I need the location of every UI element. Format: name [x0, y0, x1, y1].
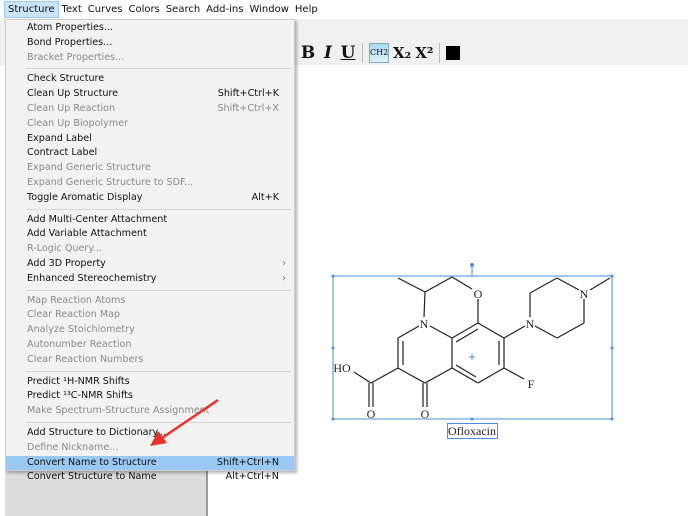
menu-item-label: Convert Structure to Name	[27, 471, 157, 483]
menu-item-label: Atom Properties...	[27, 22, 114, 33]
menu-item-autonumber-reaction: Autonumber Reaction	[6, 338, 294, 353]
menu-separator	[26, 68, 291, 70]
menu-item-make-spectrum-structure-assignment: Make Spectrum-Structure Assignment	[6, 404, 294, 419]
menu-item-clean-up-structure[interactable]: Clean Up Structure Shift+Ctrl+K	[6, 87, 294, 102]
menu-item-clear-reaction-map: Clear Reaction Map	[6, 308, 294, 323]
menu-item-label: R-Logic Query...	[27, 243, 102, 255]
menu-item-label: Enhanced Stereochemistry	[27, 272, 157, 284]
menu-item-label: Add Multi-Center Attachment	[27, 213, 168, 225]
selection-handles[interactable]	[331, 263, 614, 421]
atom-oxygen: O	[367, 407, 376, 421]
menu-item-label: Toggle Aromatic Display	[27, 191, 143, 203]
menu-item-add-3d-property[interactable]: Add 3D Property ›	[6, 257, 294, 272]
menu-item-map-reaction-atoms: Map Reaction Atoms	[6, 294, 294, 309]
menu-item-shortcut: Alt+Ctrl+N	[225, 471, 279, 483]
menu-item-label: Expand Generic Structure	[27, 162, 151, 174]
menu-item-label: Clean Up Biopolymer	[27, 117, 129, 129]
menu-item-label: Contract Label	[27, 147, 98, 159]
menu-item-bond-properties[interactable]: Bond Properties...	[6, 36, 294, 51]
menu-separator	[26, 421, 291, 423]
menu-item-label: Clear Reaction Numbers	[27, 353, 144, 365]
atom-oxygen: O	[421, 407, 430, 421]
menu-item-label: Bond Properties...	[27, 36, 113, 48]
menu-item-clean-up-reaction: Clean Up Reaction Shift+Ctrl+X	[6, 102, 294, 117]
menu-item-shortcut: Shift+Ctrl+K	[217, 88, 279, 100]
molecule-name-label[interactable]: Ofloxacin	[448, 424, 496, 438]
menu-item-label: Bracket Properties...	[27, 51, 125, 63]
menu-item-convert-structure-to-name[interactable]: Convert Structure to Name Alt+Ctrl+N	[6, 470, 294, 485]
menu-item-label: Check Structure	[27, 73, 105, 85]
menu-item-analyze-stoichiometry: Analyze Stoichiometry	[6, 323, 294, 338]
menu-separator	[26, 208, 291, 210]
menu-item-label: Analyze Stoichiometry	[27, 324, 135, 336]
atom-hydroxyl: HO	[333, 361, 351, 375]
menu-item-contract-label[interactable]: Contract Label	[6, 146, 294, 161]
menu-item-label: Add Variable Attachment	[27, 228, 147, 240]
atom-labels: O N N N O O HO F Ofloxacin	[333, 287, 588, 438]
menu-item-check-structure[interactable]: Check Structure	[6, 72, 294, 87]
menu-item-label: Expand Label	[27, 132, 92, 144]
menu-item-atom-properties[interactable]: Atom Properties...	[6, 21, 294, 36]
atom-fluorine: F	[528, 377, 535, 391]
menu-item-clean-up-biopolymer: Clean Up Biopolymer	[6, 117, 294, 132]
chevron-right-icon: ›	[282, 272, 286, 284]
menu-item-label: Map Reaction Atoms	[27, 294, 126, 306]
menu-item-convert-name-to-structure[interactable]: Convert Name to Structure Shift+Ctrl+N	[6, 455, 294, 471]
menu-item-add-variable-attachment[interactable]: Add Variable Attachment	[6, 227, 294, 242]
menu-item-expand-generic-structure-to-sdf: Expand Generic Structure to SDF...	[6, 176, 294, 191]
menu-item-add-structure-to-dictionary[interactable]: Add Structure to Dictionary...	[6, 426, 294, 441]
atom-nitrogen: N	[526, 317, 535, 331]
atom-nitrogen: N	[420, 317, 429, 331]
menu-item-define-nickname: Define Nickname...	[6, 441, 294, 456]
menu-item-bracket-properties: Bracket Properties...	[6, 51, 294, 66]
menu-separator	[26, 289, 291, 291]
menu-item-shortcut: Shift+Ctrl+N	[216, 456, 279, 468]
structure-menu: Atom Properties... Bond Properties... Brac…	[5, 19, 295, 482]
menu-item-label: Predict ¹³C-NMR Shifts	[27, 390, 133, 402]
menu-item-expand-generic-structure: Expand Generic Structure	[6, 161, 294, 176]
menu-item-label: Convert Name to Structure	[27, 456, 157, 468]
menu-item-predict-h-nmr-shifts[interactable]: Predict ¹H-NMR Shifts	[6, 375, 294, 390]
menu-item-enhanced-stereochemistry[interactable]: Enhanced Stereochemistry ›	[6, 272, 294, 287]
menu-item-toggle-aromatic-display[interactable]: Toggle Aromatic Display Alt+K	[6, 191, 294, 206]
menu-item-shortcut: Shift+Ctrl+X	[217, 102, 279, 114]
chevron-right-icon: ›	[282, 257, 286, 269]
menu-item-label: Clean Up Structure	[27, 88, 119, 100]
menu-item-label: Expand Generic Structure to SDF...	[27, 176, 194, 188]
menu-item-label: Clean Up Reaction	[27, 102, 116, 114]
menu-item-label: Add 3D Property	[27, 257, 106, 269]
atom-oxygen: O	[474, 287, 483, 301]
menu-item-clear-reaction-numbers: Clear Reaction Numbers	[6, 353, 294, 368]
atom-nitrogen: N	[580, 287, 589, 301]
menu-item-label: Define Nickname...	[27, 441, 119, 453]
menu-separator	[26, 370, 291, 372]
menu-item-expand-label[interactable]: Expand Label	[6, 132, 294, 147]
menu-item-label: Make Spectrum-Structure Assignment	[27, 405, 210, 417]
menu-item-label: Add Structure to Dictionary...	[27, 426, 166, 438]
menu-item-label: Clear Reaction Map	[27, 309, 121, 321]
menu-item-label: Autonumber Reaction	[27, 338, 132, 350]
menu-item-add-multi-center-attachment[interactable]: Add Multi-Center Attachment	[6, 213, 294, 228]
menu-item-shortcut: Alt+K	[251, 191, 279, 203]
menu-item-label: Predict ¹H-NMR Shifts	[27, 375, 130, 387]
menu-item-r-logic-query: R-Logic Query...	[6, 242, 294, 257]
menu-item-predict-c-nmr-shifts[interactable]: Predict ¹³C-NMR Shifts	[6, 389, 294, 404]
